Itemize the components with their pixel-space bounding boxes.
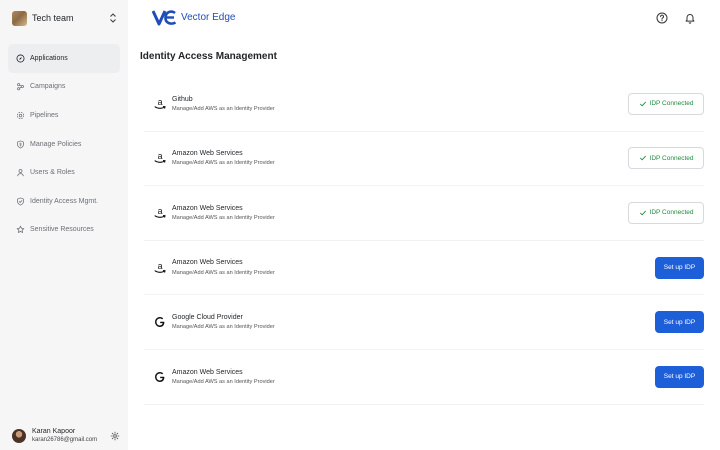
sidebar-nav: Applications Campaigns Pipelines Manage Pol…: [8, 44, 120, 244]
provider-row: Amazon Web Services Manage/Add AWS as an …: [144, 350, 704, 405]
bell-icon[interactable]: [683, 11, 696, 24]
provider-subtitle: Manage/Add AWS as an Identity Provider: [172, 160, 275, 167]
provider-row: a Github Manage/Add AWS as an Identity Pro…: [144, 77, 704, 132]
svg-text:a: a: [158, 206, 163, 216]
sidebar-item-campaigns[interactable]: Campaigns: [8, 73, 120, 102]
provider-row: a Amazon Web Services Manage/Add AWS as an…: [144, 241, 704, 296]
provider-subtitle: Manage/Add AWS as an Identity Provider: [172, 269, 275, 276]
star-icon: [16, 225, 25, 234]
idp-connected-button[interactable]: IDP Connected: [628, 201, 704, 224]
brand-logo[interactable]: Vector Edge: [152, 9, 235, 26]
page-title: Identity Access Management: [140, 51, 277, 62]
sidebar-item-pipelines[interactable]: Pipelines: [8, 101, 120, 130]
provider-subtitle: Manage/Add AWS as an Identity Provider: [172, 324, 275, 331]
sidebar-item-applications[interactable]: Applications: [8, 44, 120, 73]
setup-idp-button[interactable]: Set up IDP: [655, 256, 704, 279]
help-circle-icon[interactable]: [655, 11, 668, 24]
svg-text:a: a: [158, 152, 163, 162]
provider-row: a Amazon Web Services Manage/Add AWS as an…: [144, 186, 704, 241]
sidebar-item-label: Sensitive Resources: [30, 226, 94, 234]
button-label: Set up IDP: [663, 264, 696, 272]
sidebar-item-label: Manage Policies: [30, 140, 82, 148]
amazon-icon: a: [153, 261, 167, 275]
google-icon: [153, 370, 167, 384]
provider-row: a Amazon Web Services Manage/Add AWS as an…: [144, 132, 704, 187]
amazon-icon: a: [153, 97, 167, 111]
provider-name: Amazon Web Services: [172, 204, 243, 212]
button-label: IDP Connected: [649, 209, 694, 217]
brand-name: Vector Edge: [181, 12, 236, 23]
sidebar-item-users-roles[interactable]: Users & Roles: [8, 158, 120, 187]
user-icon: [16, 168, 25, 177]
shield-dollar-icon: [16, 140, 25, 149]
setup-idp-button[interactable]: Set up IDP: [655, 311, 704, 334]
shield-check-icon: [16, 197, 25, 206]
button-label: IDP Connected: [649, 154, 694, 162]
top-header: Vector Edge: [128, 0, 720, 36]
sidebar-item-label: Pipelines: [30, 111, 59, 119]
sidebar-item-sensitive-resources[interactable]: Sensitive Resources: [8, 216, 120, 245]
sidebar-item-label: Users & Roles: [30, 169, 75, 177]
setup-idp-button[interactable]: Set up IDP: [655, 365, 704, 388]
avatar[interactable]: [12, 429, 26, 443]
button-label: IDP Connected: [649, 100, 694, 108]
vector-edge-logo-icon: [152, 10, 177, 26]
amazon-icon: a: [153, 206, 167, 220]
check-icon: [639, 154, 650, 162]
check-icon: [639, 100, 650, 108]
button-label: Set up IDP: [663, 373, 696, 381]
idp-connected-button[interactable]: IDP Connected: [628, 92, 704, 115]
sidebar-item-label: Applications: [30, 54, 68, 62]
provider-name: Github: [172, 95, 193, 103]
team-avatar-image: [12, 10, 27, 26]
provider-name: Amazon Web Services: [172, 368, 243, 376]
google-icon: [153, 315, 167, 329]
compass-icon: [16, 54, 25, 63]
provider-subtitle: Manage/Add AWS as an Identity Provider: [172, 378, 275, 385]
gear-icon[interactable]: [109, 431, 120, 442]
sidebar-item-label: Campaigns: [30, 83, 66, 91]
share-nodes-icon: [16, 82, 25, 91]
check-icon: [639, 209, 650, 217]
svg-text:a: a: [158, 97, 163, 107]
sidebar-item-label: Identity Access Mgmt.: [30, 197, 99, 205]
sidebar: Tech team Applications Campaigns Pipelines…: [0, 0, 128, 450]
user-profile: Karan Kapoor karan26786@gmail.com: [12, 424, 120, 448]
provider-name: Amazon Web Services: [172, 150, 243, 158]
idp-connected-button[interactable]: IDP Connected: [628, 147, 704, 170]
chevron-up-down-icon[interactable]: [108, 11, 118, 25]
sidebar-item-manage-policies[interactable]: Manage Policies: [8, 130, 120, 159]
amazon-icon: a: [153, 151, 167, 165]
provider-list: a Github Manage/Add AWS as an Identity Pro…: [144, 77, 704, 405]
sidebar-item-identity-access-mgmt[interactable]: Identity Access Mgmt.: [8, 187, 120, 216]
provider-row: Google Cloud Provider Manage/Add AWS as a…: [144, 295, 704, 350]
provider-subtitle: Manage/Add AWS as an Identity Provider: [172, 105, 275, 112]
provider-name: Google Cloud Provider: [172, 314, 243, 322]
team-switcher[interactable]: Tech team: [12, 9, 118, 27]
settings-cog-icon: [16, 111, 25, 120]
user-email: karan26786@gmail.com: [32, 436, 98, 443]
provider-name: Amazon Web Services: [172, 259, 243, 267]
svg-text:a: a: [158, 261, 163, 271]
button-label: Set up IDP: [663, 318, 696, 326]
user-name: Karan Kapoor: [32, 427, 76, 435]
provider-subtitle: Manage/Add AWS as an Identity Provider: [172, 215, 275, 221]
team-name: Tech team: [32, 13, 74, 23]
